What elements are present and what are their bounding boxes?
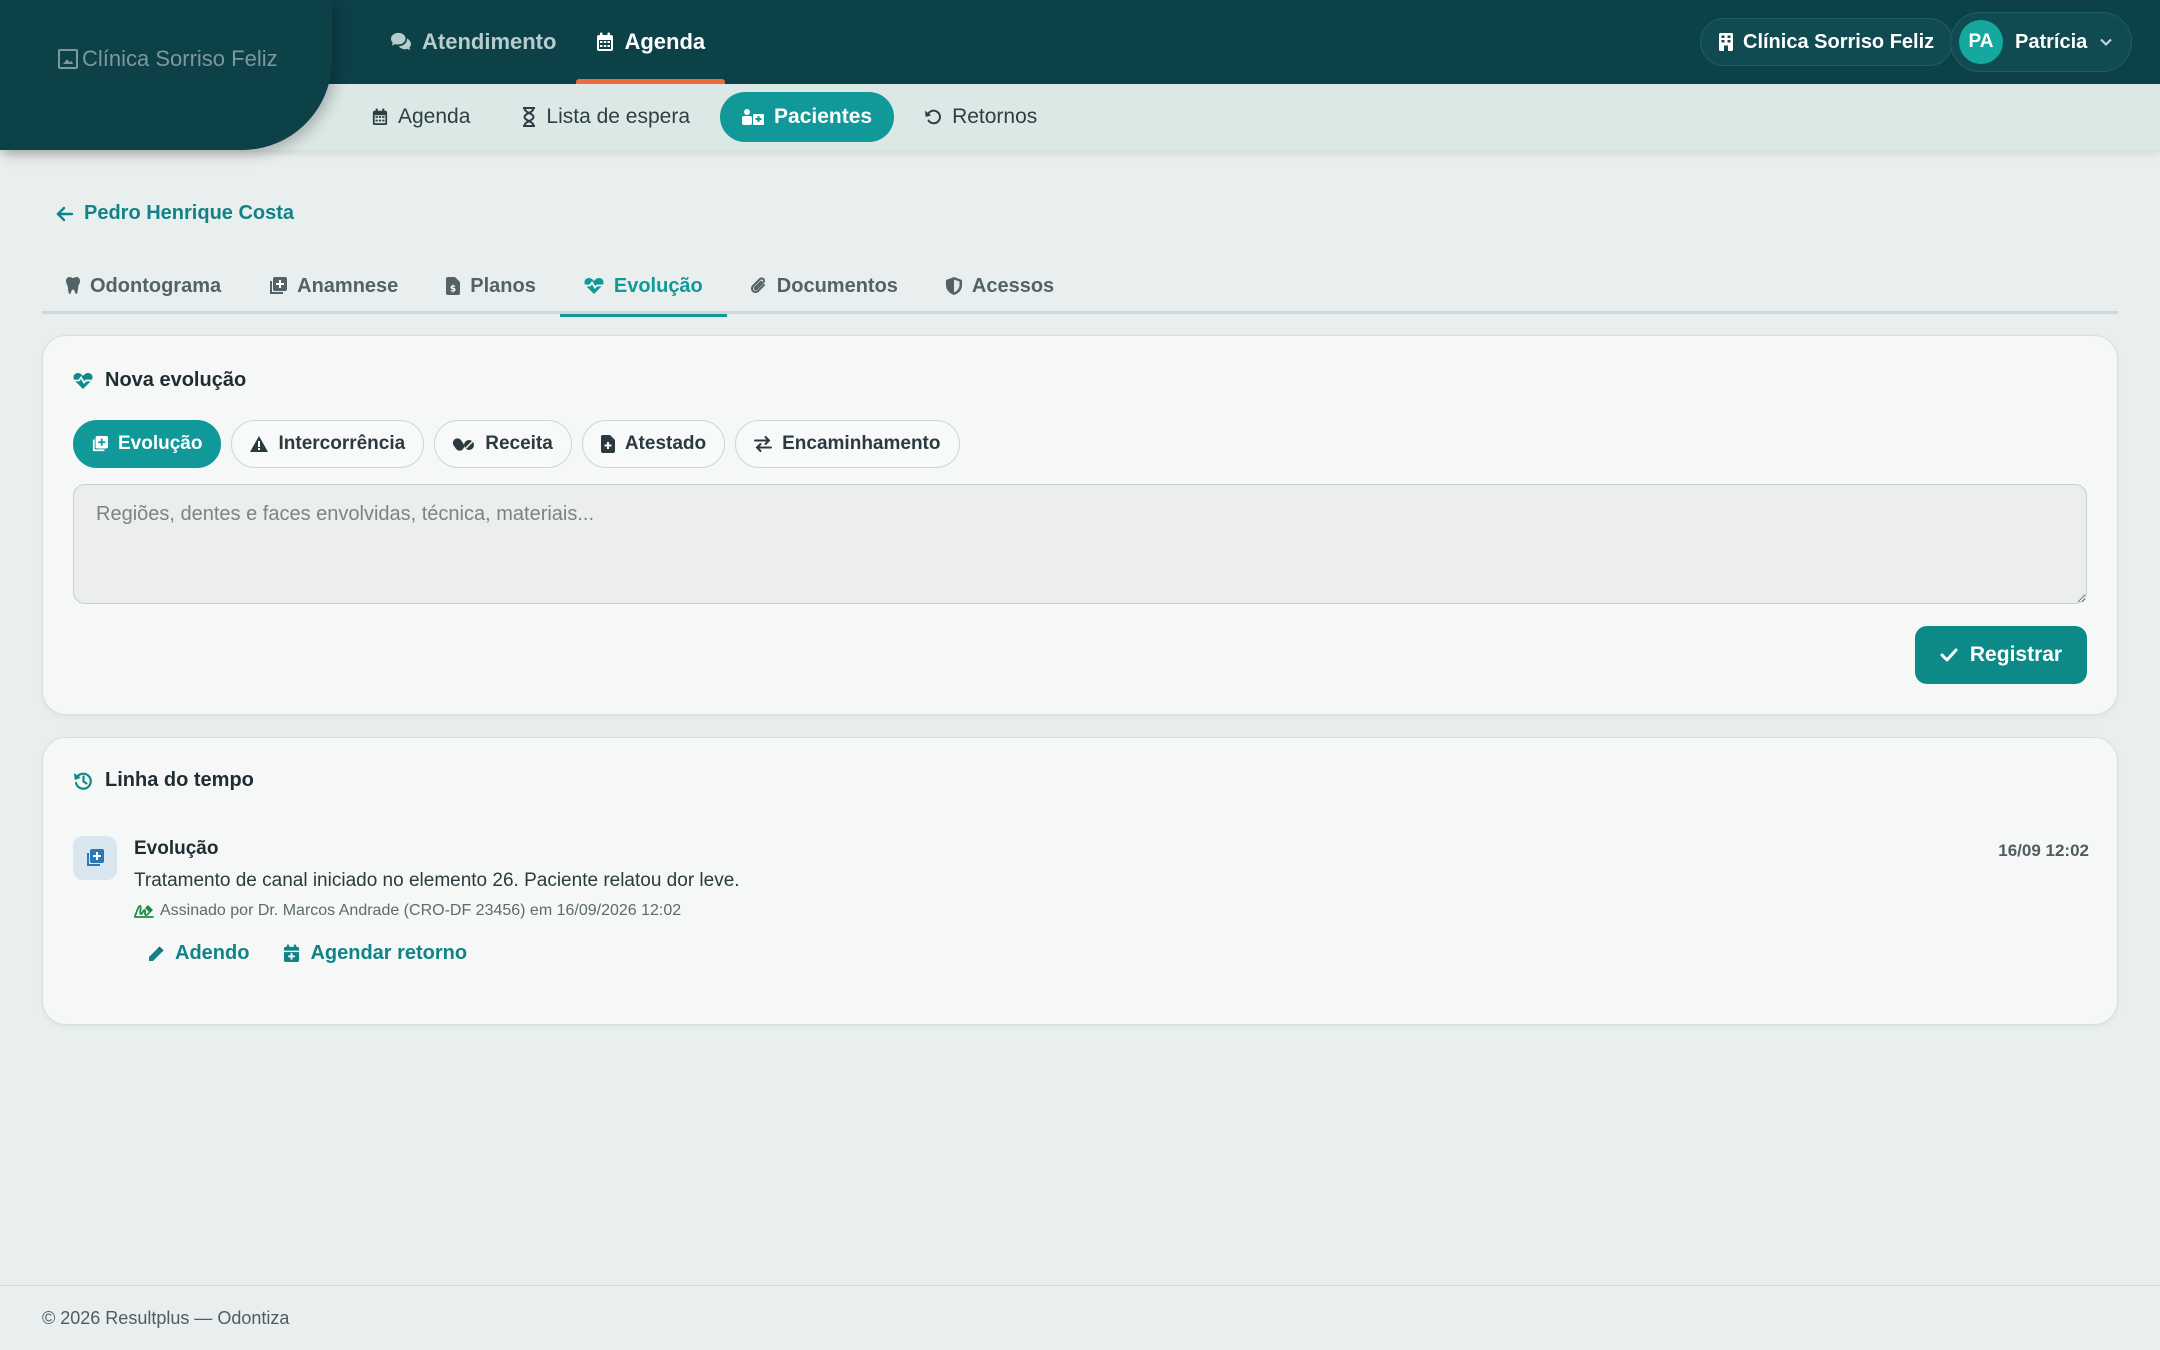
tab-odontograma[interactable]: Odontograma bbox=[42, 258, 245, 314]
notes-medical-icon bbox=[92, 436, 108, 452]
type-chip-encaminhamento[interactable]: Encaminhamento bbox=[735, 420, 960, 468]
chip-label: Receita bbox=[485, 433, 553, 454]
tab-acessos[interactable]: Acessos bbox=[922, 258, 1078, 314]
tab-documentos[interactable]: Documentos bbox=[727, 258, 922, 314]
clinic-name: Clínica Sorriso Feliz bbox=[1743, 30, 1935, 53]
main-nav: Atendimento Agenda bbox=[370, 0, 725, 84]
chip-label: Atestado bbox=[624, 433, 707, 454]
tab-label: Evolução bbox=[613, 274, 703, 297]
signature-text: Assinado por Dr. Marcos Andrade (CRO-DF … bbox=[160, 902, 682, 919]
footer: © 2026 Resultplus — Odontiza bbox=[0, 1285, 2160, 1350]
chip-label: Encaminhamento bbox=[782, 433, 941, 454]
action-label: Agendar retorno bbox=[310, 942, 468, 964]
sub-nav-label: Lista de espera bbox=[546, 105, 691, 128]
sub-nav-pacientes[interactable]: Pacientes bbox=[720, 92, 895, 142]
notes-medical-icon bbox=[269, 277, 288, 295]
type-chip-atestado[interactable]: Atestado bbox=[581, 420, 726, 468]
entry-actions: Adendo Agendar retorno bbox=[147, 942, 467, 965]
file-medical-icon bbox=[600, 435, 615, 453]
sub-nav-label: Retornos bbox=[952, 105, 1038, 128]
arrow-left-icon bbox=[56, 206, 74, 222]
tab-label: Odontograma bbox=[90, 274, 222, 297]
pills-icon bbox=[453, 436, 475, 452]
logo-area[interactable]: Clínica Sorriso Feliz bbox=[0, 0, 332, 150]
evolution-type-selector: Evolução Intercorrência Receita Atestado… bbox=[73, 420, 960, 468]
sub-nav-lista-de-espera[interactable]: Lista de espera bbox=[500, 92, 712, 142]
card-title-text: Nova evolução bbox=[105, 369, 247, 391]
history-icon bbox=[73, 771, 93, 791]
comments-icon bbox=[390, 32, 412, 52]
undo-icon bbox=[924, 108, 942, 126]
tab-label: Anamnese bbox=[297, 274, 399, 297]
entry-type: Evolução bbox=[134, 838, 219, 859]
evolution-notes-input[interactable] bbox=[73, 484, 2087, 604]
card-title: Nova evolução bbox=[73, 369, 246, 392]
type-chip-receita[interactable]: Receita bbox=[434, 420, 572, 468]
calendar-icon bbox=[596, 32, 614, 52]
back-to-patient-link[interactable]: Pedro Henrique Costa bbox=[56, 202, 294, 225]
calendar-plus-icon bbox=[283, 944, 300, 963]
entry-signature: Assinado por Dr. Marcos Andrade (CRO-DF … bbox=[134, 902, 681, 920]
avatar: PA bbox=[1959, 20, 2003, 64]
entry-text: Tratamento de canal iniciado no elemento… bbox=[134, 870, 740, 891]
entry-type-icon bbox=[73, 836, 117, 880]
building-icon bbox=[1719, 33, 1733, 51]
new-evolution-card: Nova evolução Evolução Intercorrência Re… bbox=[42, 335, 2118, 715]
paperclip-icon bbox=[750, 277, 767, 295]
check-icon bbox=[1940, 648, 1958, 662]
patients-icon bbox=[742, 108, 765, 126]
hourglass-icon bbox=[522, 107, 536, 127]
sub-nav-retornos[interactable]: Retornos bbox=[902, 92, 1059, 142]
sub-nav-label: Agenda bbox=[398, 105, 471, 128]
chevron-down-icon bbox=[2099, 37, 2113, 47]
patient-tabs: Odontograma Anamnese $ Planos Evolução D… bbox=[42, 258, 2118, 317]
addendum-button[interactable]: Adendo bbox=[147, 942, 249, 965]
card-title-text: Linha do tempo bbox=[105, 769, 254, 791]
clinic-logo[interactable]: Clínica Sorriso Feliz bbox=[58, 46, 278, 72]
main-nav-label: Atendimento bbox=[422, 29, 557, 54]
sub-nav: Agenda Lista de espera Pacientes Retorno… bbox=[350, 84, 1059, 150]
main-nav-agenda[interactable]: Agenda bbox=[576, 0, 725, 84]
user-menu[interactable]: PA Patrícia bbox=[1950, 12, 2133, 72]
tab-evolucao[interactable]: Evolução bbox=[559, 258, 727, 317]
main-nav-atendimento[interactable]: Atendimento bbox=[370, 0, 576, 84]
tab-anamnese[interactable]: Anamnese bbox=[245, 258, 422, 314]
user-name: Patrícia bbox=[2015, 30, 2088, 53]
tab-label: Documentos bbox=[776, 274, 898, 297]
swap-icon bbox=[754, 436, 773, 452]
chip-label: Intercorrência bbox=[278, 433, 406, 454]
patient-name: Pedro Henrique Costa bbox=[84, 202, 295, 224]
chip-label: Evolução bbox=[118, 433, 203, 454]
tab-planos[interactable]: $ Planos bbox=[422, 258, 560, 314]
sub-nav-label: Pacientes bbox=[774, 105, 873, 128]
pencil-icon bbox=[147, 945, 165, 963]
warning-icon bbox=[250, 436, 269, 452]
tab-label: Planos bbox=[470, 274, 536, 297]
register-label: Registrar bbox=[1969, 643, 2063, 666]
type-chip-intercorrencia[interactable]: Intercorrência bbox=[231, 420, 425, 468]
tooth-icon bbox=[66, 277, 80, 295]
broken-image-icon bbox=[58, 49, 78, 69]
signature-icon bbox=[134, 904, 154, 918]
sub-nav-agenda[interactable]: Agenda bbox=[350, 92, 492, 142]
action-label: Adendo bbox=[175, 942, 250, 964]
svg-text:$: $ bbox=[450, 285, 456, 295]
card-title: Linha do tempo bbox=[73, 769, 254, 792]
main-nav-label: Agenda bbox=[624, 29, 706, 54]
logo-alt-text: Clínica Sorriso Feliz bbox=[82, 46, 278, 71]
clinic-selector[interactable]: Clínica Sorriso Feliz bbox=[1700, 18, 1954, 66]
timeline-card: Linha do tempo Evolução 16/09 12:02 Trat… bbox=[42, 737, 2118, 1025]
register-button[interactable]: Registrar bbox=[1915, 626, 2087, 684]
file-invoice-icon: $ bbox=[446, 277, 461, 295]
tab-label: Acessos bbox=[971, 274, 1055, 297]
heart-pulse-icon bbox=[584, 277, 604, 295]
footer-text: © 2026 Resultplus — Odontiza bbox=[42, 1307, 290, 1328]
schedule-return-button[interactable]: Agendar retorno bbox=[283, 942, 467, 965]
entry-timestamp: 16/09 12:02 bbox=[1998, 841, 2089, 860]
heart-pulse-icon bbox=[73, 372, 93, 390]
calendar-icon bbox=[372, 108, 388, 126]
notes-medical-icon bbox=[86, 849, 104, 867]
type-chip-evolucao[interactable]: Evolução bbox=[73, 420, 222, 468]
shield-icon bbox=[945, 277, 962, 295]
